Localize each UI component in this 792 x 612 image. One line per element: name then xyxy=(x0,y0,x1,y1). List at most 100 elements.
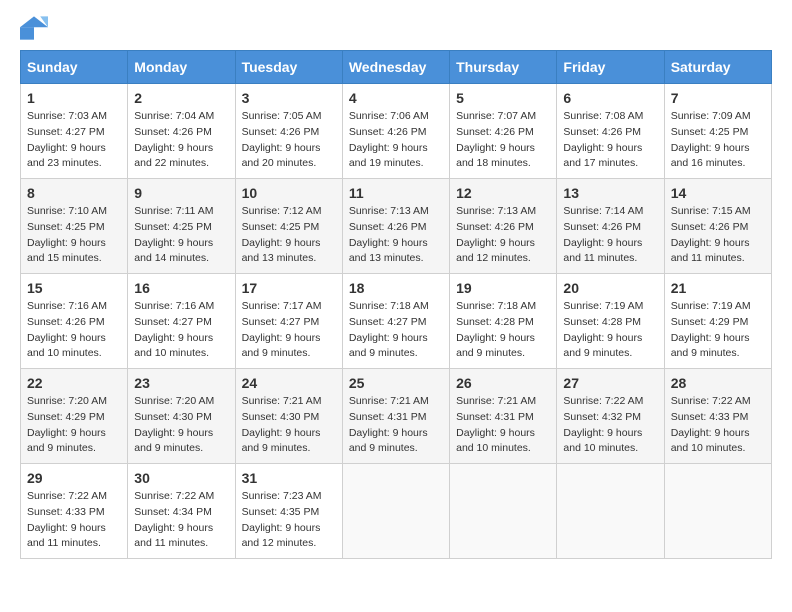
calendar-cell: 4 Sunrise: 7:06 AM Sunset: 4:26 PM Dayli… xyxy=(342,84,449,179)
day-info: Sunrise: 7:15 AM Sunset: 4:26 PM Dayligh… xyxy=(671,204,765,267)
sunset-label: Sunset: 4:26 PM xyxy=(349,126,427,138)
day-number: 20 xyxy=(563,280,657,296)
sunrise-label: Sunrise: 7:21 AM xyxy=(349,395,429,407)
day-number: 10 xyxy=(242,185,336,201)
sunset-label: Sunset: 4:26 PM xyxy=(27,316,105,328)
day-number: 4 xyxy=(349,90,443,106)
calendar-cell: 15 Sunrise: 7:16 AM Sunset: 4:26 PM Dayl… xyxy=(21,274,128,369)
sunset-label: Sunset: 4:31 PM xyxy=(456,411,534,423)
day-info: Sunrise: 7:10 AM Sunset: 4:25 PM Dayligh… xyxy=(27,204,121,267)
sunset-label: Sunset: 4:27 PM xyxy=(242,316,320,328)
calendar-cell: 12 Sunrise: 7:13 AM Sunset: 4:26 PM Dayl… xyxy=(450,179,557,274)
calendar-cell: 28 Sunrise: 7:22 AM Sunset: 4:33 PM Dayl… xyxy=(664,369,771,464)
sunset-label: Sunset: 4:26 PM xyxy=(563,221,641,233)
sunset-label: Sunset: 4:26 PM xyxy=(456,221,534,233)
day-info: Sunrise: 7:05 AM Sunset: 4:26 PM Dayligh… xyxy=(242,109,336,172)
sunrise-label: Sunrise: 7:22 AM xyxy=(134,490,214,502)
day-number: 31 xyxy=(242,470,336,486)
daylight-label: Daylight: 9 hours and 15 minutes. xyxy=(27,237,106,265)
sunrise-label: Sunrise: 7:18 AM xyxy=(456,300,536,312)
day-info: Sunrise: 7:16 AM Sunset: 4:27 PM Dayligh… xyxy=(134,299,228,362)
sunrise-label: Sunrise: 7:22 AM xyxy=(671,395,751,407)
day-info: Sunrise: 7:18 AM Sunset: 4:27 PM Dayligh… xyxy=(349,299,443,362)
day-info: Sunrise: 7:16 AM Sunset: 4:26 PM Dayligh… xyxy=(27,299,121,362)
day-number: 30 xyxy=(134,470,228,486)
day-info: Sunrise: 7:17 AM Sunset: 4:27 PM Dayligh… xyxy=(242,299,336,362)
sunset-label: Sunset: 4:33 PM xyxy=(671,411,749,423)
day-header-friday: Friday xyxy=(557,51,664,84)
daylight-label: Daylight: 9 hours and 11 minutes. xyxy=(563,237,642,265)
day-number: 12 xyxy=(456,185,550,201)
day-info: Sunrise: 7:21 AM Sunset: 4:31 PM Dayligh… xyxy=(349,394,443,457)
day-info: Sunrise: 7:21 AM Sunset: 4:30 PM Dayligh… xyxy=(242,394,336,457)
calendar-week-2: 8 Sunrise: 7:10 AM Sunset: 4:25 PM Dayli… xyxy=(21,179,772,274)
daylight-label: Daylight: 9 hours and 20 minutes. xyxy=(242,142,321,170)
sunrise-label: Sunrise: 7:13 AM xyxy=(456,205,536,217)
sunrise-label: Sunrise: 7:21 AM xyxy=(456,395,536,407)
calendar-cell: 6 Sunrise: 7:08 AM Sunset: 4:26 PM Dayli… xyxy=(557,84,664,179)
daylight-label: Daylight: 9 hours and 19 minutes. xyxy=(349,142,428,170)
calendar-cell: 14 Sunrise: 7:15 AM Sunset: 4:26 PM Dayl… xyxy=(664,179,771,274)
sunrise-label: Sunrise: 7:19 AM xyxy=(563,300,643,312)
calendar-week-1: 1 Sunrise: 7:03 AM Sunset: 4:27 PM Dayli… xyxy=(21,84,772,179)
calendar-cell: 10 Sunrise: 7:12 AM Sunset: 4:25 PM Dayl… xyxy=(235,179,342,274)
sunset-label: Sunset: 4:27 PM xyxy=(27,126,105,138)
calendar-cell xyxy=(664,464,771,559)
calendar-cell: 23 Sunrise: 7:20 AM Sunset: 4:30 PM Dayl… xyxy=(128,369,235,464)
sunrise-label: Sunrise: 7:20 AM xyxy=(27,395,107,407)
sunset-label: Sunset: 4:27 PM xyxy=(349,316,427,328)
sunset-label: Sunset: 4:26 PM xyxy=(671,221,749,233)
calendar-cell: 20 Sunrise: 7:19 AM Sunset: 4:28 PM Dayl… xyxy=(557,274,664,369)
day-info: Sunrise: 7:18 AM Sunset: 4:28 PM Dayligh… xyxy=(456,299,550,362)
daylight-label: Daylight: 9 hours and 12 minutes. xyxy=(456,237,535,265)
daylight-label: Daylight: 9 hours and 9 minutes. xyxy=(671,332,750,360)
daylight-label: Daylight: 9 hours and 10 minutes. xyxy=(671,427,750,455)
calendar-cell xyxy=(450,464,557,559)
day-number: 21 xyxy=(671,280,765,296)
day-header-tuesday: Tuesday xyxy=(235,51,342,84)
daylight-label: Daylight: 9 hours and 14 minutes. xyxy=(134,237,213,265)
sunrise-label: Sunrise: 7:21 AM xyxy=(242,395,322,407)
day-header-monday: Monday xyxy=(128,51,235,84)
sunset-label: Sunset: 4:26 PM xyxy=(563,126,641,138)
calendar-cell: 27 Sunrise: 7:22 AM Sunset: 4:32 PM Dayl… xyxy=(557,369,664,464)
daylight-label: Daylight: 9 hours and 10 minutes. xyxy=(27,332,106,360)
daylight-label: Daylight: 9 hours and 22 minutes. xyxy=(134,142,213,170)
day-number: 13 xyxy=(563,185,657,201)
daylight-label: Daylight: 9 hours and 9 minutes. xyxy=(563,332,642,360)
sunrise-label: Sunrise: 7:07 AM xyxy=(456,110,536,122)
day-info: Sunrise: 7:12 AM Sunset: 4:25 PM Dayligh… xyxy=(242,204,336,267)
sunrise-label: Sunrise: 7:12 AM xyxy=(242,205,322,217)
day-info: Sunrise: 7:04 AM Sunset: 4:26 PM Dayligh… xyxy=(134,109,228,172)
day-number: 29 xyxy=(27,470,121,486)
calendar-cell: 7 Sunrise: 7:09 AM Sunset: 4:25 PM Dayli… xyxy=(664,84,771,179)
daylight-label: Daylight: 9 hours and 10 minutes. xyxy=(563,427,642,455)
calendar-cell: 18 Sunrise: 7:18 AM Sunset: 4:27 PM Dayl… xyxy=(342,274,449,369)
day-number: 5 xyxy=(456,90,550,106)
day-info: Sunrise: 7:09 AM Sunset: 4:25 PM Dayligh… xyxy=(671,109,765,172)
sunset-label: Sunset: 4:35 PM xyxy=(242,506,320,518)
sunset-label: Sunset: 4:26 PM xyxy=(134,126,212,138)
sunset-label: Sunset: 4:25 PM xyxy=(242,221,320,233)
day-number: 22 xyxy=(27,375,121,391)
sunrise-label: Sunrise: 7:08 AM xyxy=(563,110,643,122)
day-number: 23 xyxy=(134,375,228,391)
day-info: Sunrise: 7:22 AM Sunset: 4:33 PM Dayligh… xyxy=(27,489,121,552)
sunrise-label: Sunrise: 7:14 AM xyxy=(563,205,643,217)
calendar-cell: 26 Sunrise: 7:21 AM Sunset: 4:31 PM Dayl… xyxy=(450,369,557,464)
day-number: 18 xyxy=(349,280,443,296)
day-number: 25 xyxy=(349,375,443,391)
sunrise-label: Sunrise: 7:05 AM xyxy=(242,110,322,122)
sunrise-label: Sunrise: 7:22 AM xyxy=(563,395,643,407)
sunset-label: Sunset: 4:28 PM xyxy=(456,316,534,328)
day-number: 1 xyxy=(27,90,121,106)
sunset-label: Sunset: 4:30 PM xyxy=(134,411,212,423)
day-number: 27 xyxy=(563,375,657,391)
sunrise-label: Sunrise: 7:06 AM xyxy=(349,110,429,122)
calendar-cell: 17 Sunrise: 7:17 AM Sunset: 4:27 PM Dayl… xyxy=(235,274,342,369)
sunset-label: Sunset: 4:25 PM xyxy=(134,221,212,233)
sunset-label: Sunset: 4:31 PM xyxy=(349,411,427,423)
day-number: 28 xyxy=(671,375,765,391)
daylight-label: Daylight: 9 hours and 23 minutes. xyxy=(27,142,106,170)
day-number: 11 xyxy=(349,185,443,201)
